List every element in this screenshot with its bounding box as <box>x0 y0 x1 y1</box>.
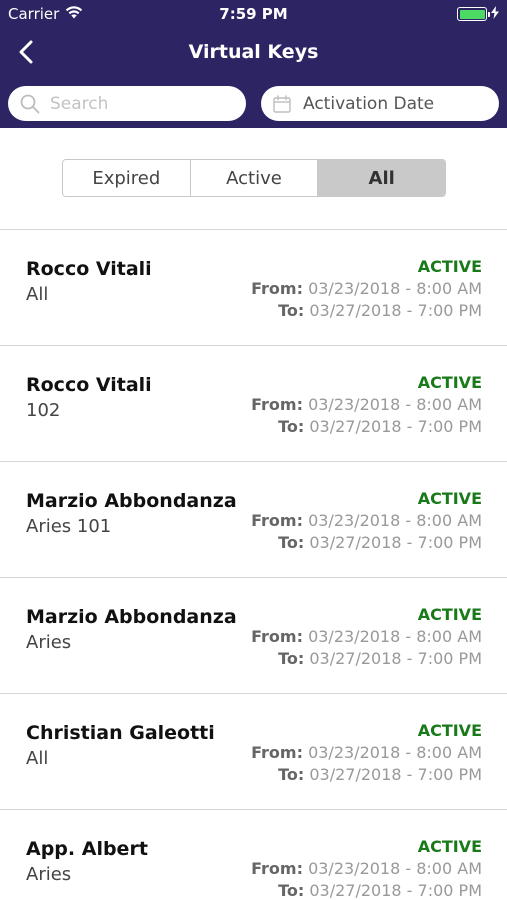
status-badge: ACTIVE <box>417 721 482 740</box>
from-value: 03/23/2018 - 8:00 AM <box>308 511 482 530</box>
to-label: To: <box>278 765 305 784</box>
from-label: From: <box>251 279 303 298</box>
valid-from: From: 03/23/2018 - 8:00 AM <box>251 743 482 762</box>
status-badge: ACTIVE <box>417 837 482 856</box>
activation-date-picker[interactable]: Activation Date <box>261 86 499 121</box>
from-value: 03/23/2018 - 8:00 AM <box>308 395 482 414</box>
valid-from: From: 03/23/2018 - 8:00 AM <box>251 627 482 646</box>
to-value: 03/27/2018 - 7:00 PM <box>309 533 482 552</box>
valid-to: To: 03/27/2018 - 7:00 PM <box>278 417 482 436</box>
status-badge: ACTIVE <box>417 489 482 508</box>
search-input[interactable] <box>50 93 230 114</box>
search-icon <box>20 94 40 113</box>
valid-from: From: 03/23/2018 - 8:00 AM <box>251 511 482 530</box>
to-value: 03/27/2018 - 7:00 PM <box>309 881 482 900</box>
calendar-icon <box>273 94 291 113</box>
to-value: 03/27/2018 - 7:00 PM <box>309 417 482 436</box>
from-value: 03/23/2018 - 8:00 AM <box>308 859 482 878</box>
from-value: 03/23/2018 - 8:00 AM <box>308 279 482 298</box>
list-item[interactable]: Marzio Abbondanza Aries ACTIVE From: 03/… <box>0 578 507 694</box>
to-label: To: <box>278 533 305 552</box>
valid-to: To: 03/27/2018 - 7:00 PM <box>278 301 482 320</box>
key-holder-name: Christian Galeotti <box>26 722 215 744</box>
key-holder-name: Marzio Abbondanza <box>26 490 237 512</box>
key-holder-name: Marzio Abbondanza <box>26 606 237 628</box>
list-item[interactable]: Rocco Vitali All ACTIVE From: 03/23/2018… <box>0 230 507 346</box>
segment-expired[interactable]: Expired <box>63 160 190 196</box>
battery-indicator <box>457 5 499 23</box>
to-label: To: <box>278 417 305 436</box>
from-value: 03/23/2018 - 8:00 AM <box>308 743 482 762</box>
valid-from: From: 03/23/2018 - 8:00 AM <box>251 279 482 298</box>
status-bar: Carrier 7:59 PM <box>0 0 507 28</box>
segment-area: Expired Active All <box>0 128 507 230</box>
to-label: To: <box>278 301 305 320</box>
charging-bolt-icon <box>491 5 499 23</box>
key-holder-name: Rocco Vitali <box>26 258 152 280</box>
key-access-area: All <box>26 748 49 769</box>
valid-from: From: 03/23/2018 - 8:00 AM <box>251 395 482 414</box>
to-value: 03/27/2018 - 7:00 PM <box>309 301 482 320</box>
status-badge: ACTIVE <box>417 605 482 624</box>
filter-bar: Activation Date <box>0 80 507 128</box>
list-item[interactable]: Marzio Abbondanza Aries 101 ACTIVE From:… <box>0 462 507 578</box>
segment-active[interactable]: Active <box>189 160 318 196</box>
key-access-area: Aries <box>26 864 72 885</box>
key-access-area: Aries 101 <box>26 516 112 537</box>
app-header: Carrier 7:59 PM Virtual Keys Search Acti… <box>0 0 507 128</box>
valid-to: To: 03/27/2018 - 7:00 PM <box>278 881 482 900</box>
from-label: From: <box>251 859 303 878</box>
key-access-area: All <box>26 284 49 305</box>
from-label: From: <box>251 395 303 414</box>
to-value: 03/27/2018 - 7:00 PM <box>309 765 482 784</box>
to-label: To: <box>278 649 305 668</box>
from-label: From: <box>251 743 303 762</box>
virtual-keys-list: Rocco Vitali All ACTIVE From: 03/23/2018… <box>0 229 507 900</box>
valid-to: To: 03/27/2018 - 7:00 PM <box>278 649 482 668</box>
status-badge: ACTIVE <box>417 373 482 392</box>
key-access-area: 102 <box>26 400 61 421</box>
segment-all[interactable]: All <box>317 160 445 196</box>
valid-to: To: 03/27/2018 - 7:00 PM <box>278 765 482 784</box>
list-item[interactable]: App. Albert Aries ACTIVE From: 03/23/201… <box>0 810 507 900</box>
navigation-bar: Virtual Keys <box>0 28 507 80</box>
battery-icon <box>457 7 490 21</box>
from-value: 03/23/2018 - 8:00 AM <box>308 627 482 646</box>
valid-from: From: 03/23/2018 - 8:00 AM <box>251 859 482 878</box>
key-access-area: Aries <box>26 632 72 653</box>
battery-level <box>459 9 485 19</box>
list-item[interactable]: Christian Galeotti All ACTIVE From: 03/2… <box>0 694 507 810</box>
to-label: To: <box>278 881 305 900</box>
to-value: 03/27/2018 - 7:00 PM <box>309 649 482 668</box>
list-item[interactable]: Rocco Vitali 102 ACTIVE From: 03/23/2018… <box>0 346 507 462</box>
page-title: Virtual Keys <box>188 41 319 63</box>
from-label: From: <box>251 511 303 530</box>
from-label: From: <box>251 627 303 646</box>
key-holder-name: App. Albert <box>26 838 148 860</box>
status-segmented-control: Expired Active All <box>62 159 446 197</box>
status-time: 7:59 PM <box>219 5 288 23</box>
activation-date-label: Activation Date <box>303 93 435 114</box>
valid-to: To: 03/27/2018 - 7:00 PM <box>278 533 482 552</box>
key-holder-name: Rocco Vitali <box>26 374 152 396</box>
search-field[interactable] <box>8 86 246 121</box>
status-badge: ACTIVE <box>417 257 482 276</box>
